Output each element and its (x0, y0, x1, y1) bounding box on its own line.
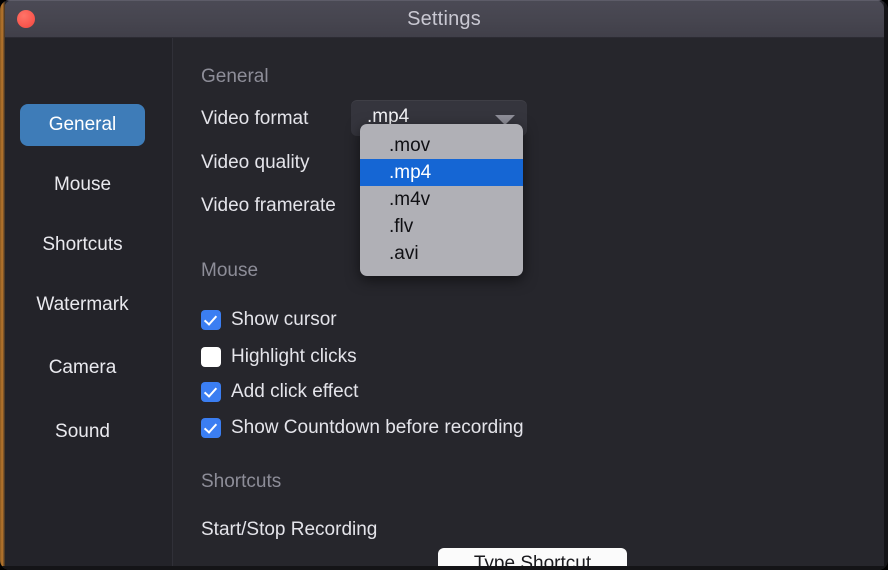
titlebar-divider (4, 37, 884, 38)
checkbox-label: Show Countdown before recording (231, 417, 524, 438)
checkbox-indicator-checked (201, 418, 221, 438)
title-bar: Settings (4, 0, 884, 38)
checkbox-label: Show cursor (231, 309, 337, 330)
sidebar-item-camera[interactable]: Camera (20, 347, 145, 389)
window-title: Settings (407, 8, 481, 30)
label-video-framerate: Video framerate (201, 195, 336, 216)
dropdown-option-flv[interactable]: .flv (360, 213, 523, 240)
dropdown-option-avi[interactable]: .avi (360, 240, 523, 267)
sidebar-item-mouse[interactable]: Mouse (20, 164, 145, 206)
label-video-quality: Video quality (201, 152, 310, 173)
window-bottom-edge (0, 566, 888, 570)
section-header-shortcuts: Shortcuts (201, 471, 282, 492)
section-header-general: General (201, 66, 269, 87)
label-video-format: Video format (201, 108, 309, 129)
sidebar-item-general[interactable]: General (20, 104, 145, 146)
window-left-edge (0, 0, 5, 570)
settings-sidebar: General Mouse Shortcuts Watermark Camera… (5, 38, 172, 570)
settings-window: Settings General Mouse Shortcuts Waterma… (0, 0, 888, 570)
settings-main-panel: General Video format Video quality Video… (173, 38, 884, 570)
settings-content: General Mouse Shortcuts Watermark Camera… (5, 38, 884, 570)
label-start-stop-recording: Start/Stop Recording (201, 519, 378, 540)
checkbox-label: Add click effect (231, 381, 359, 402)
section-header-mouse: Mouse (201, 260, 259, 281)
checkbox-indicator-checked (201, 382, 221, 402)
video-format-dropdown-list[interactable]: .mov .mp4 .m4v .flv .avi (360, 124, 523, 276)
sidebar-item-sound[interactable]: Sound (20, 411, 145, 453)
dropdown-option-m4v[interactable]: .m4v (360, 186, 523, 213)
checkbox-indicator-checked (201, 310, 221, 330)
sidebar-item-shortcuts[interactable]: Shortcuts (20, 224, 145, 266)
checkbox-label: Highlight clicks (231, 346, 357, 367)
checkbox-indicator-unchecked (201, 347, 221, 367)
dropdown-option-mov[interactable]: .mov (360, 132, 523, 159)
dropdown-option-mp4[interactable]: .mp4 (360, 159, 523, 186)
window-right-edge (884, 0, 888, 570)
sidebar-item-watermark[interactable]: Watermark (20, 284, 145, 326)
